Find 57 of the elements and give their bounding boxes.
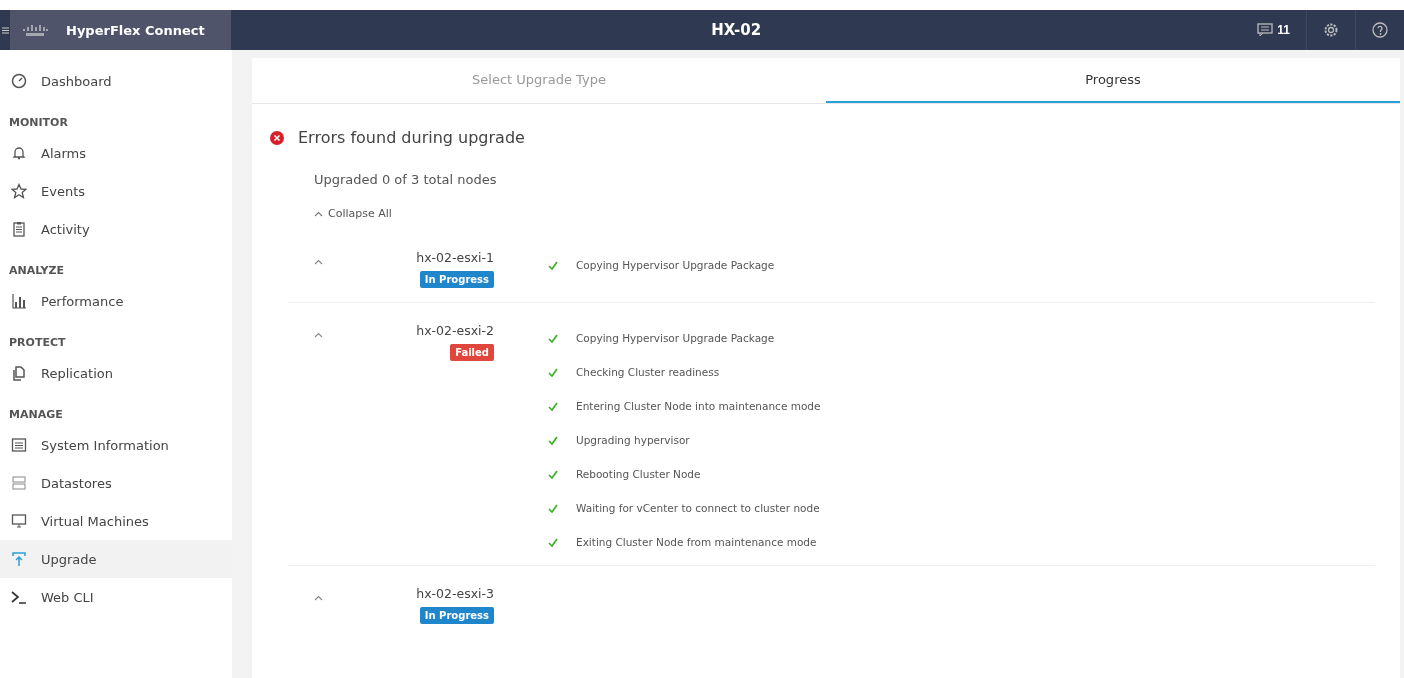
cluster-title: HX-02 (710, 21, 763, 39)
status-badge: In Progress (419, 607, 494, 624)
tab[interactable]: Progress (826, 58, 1400, 103)
status-badge: Failed (450, 344, 494, 361)
sidebar-item[interactable]: Replication (0, 354, 232, 392)
node-name: hx-02-esxi-1 (416, 250, 494, 265)
step-label: Upgrading hypervisor (576, 434, 690, 446)
node-name: hx-02-esxi-2 (416, 323, 494, 338)
step-label: Waiting for vCenter to connect to cluster node (576, 502, 820, 514)
section-heading: PROTECT (8, 335, 67, 351)
help-icon[interactable] (1372, 22, 1388, 38)
sidebar-item[interactable]: Events (0, 172, 232, 210)
chevron-up-icon[interactable] (314, 332, 323, 338)
chevron-up-icon[interactable] (314, 259, 323, 265)
chevron-up-icon[interactable] (314, 595, 323, 601)
sidebar-item[interactable]: Web CLI (0, 578, 232, 616)
collapse-all-link[interactable]: Collapse All (314, 207, 1400, 220)
section-heading: MONITOR (8, 115, 69, 131)
section-heading: ANALYZE (8, 263, 65, 279)
gauge-icon (11, 73, 27, 89)
monitor-icon (11, 513, 27, 529)
step-label: Copying Hypervisor Upgrade Package (576, 332, 775, 344)
sidebar-item[interactable]: Dashboard (0, 62, 232, 100)
menu-icon (1, 26, 9, 34)
copy-icon (11, 365, 27, 381)
step-label: Copying Hypervisor Upgrade Package (576, 259, 775, 271)
status-badge: In Progress (419, 271, 494, 288)
star-icon (11, 183, 27, 199)
step-label: Checking Cluster readiness (576, 366, 720, 378)
section-heading: MANAGE (8, 407, 64, 423)
sidebar-item[interactable]: Datastores (0, 464, 232, 502)
sidebar-item[interactable]: Alarms (0, 134, 232, 172)
step-label: Exiting Cluster Node from maintenance mode (576, 536, 817, 548)
step-label: Entering Cluster Node into maintenance mode (576, 400, 821, 412)
bell-icon (11, 145, 27, 161)
notifications-button[interactable]: 11 (1241, 10, 1306, 50)
chevron-up-icon (314, 210, 323, 217)
sidebar-item[interactable]: Performance (0, 282, 232, 320)
list-icon (11, 437, 27, 453)
clipboard-icon (11, 221, 27, 237)
progress-summary: Upgraded 0 of 3 total nodes (314, 172, 498, 187)
upload-icon (11, 551, 27, 567)
message-icon (1257, 23, 1274, 37)
sidebar-item[interactable]: System Information (0, 426, 232, 464)
sidebar-item[interactable]: Virtual Machines (0, 502, 232, 540)
alert-title: Errors found during upgrade (298, 128, 525, 147)
sidebar-item[interactable]: Upgrade (0, 540, 232, 578)
sidebar-item[interactable]: Activity (0, 210, 232, 248)
step-label: Rebooting Cluster Node (576, 468, 701, 480)
bar-chart-icon (11, 293, 27, 309)
server-icon (11, 475, 27, 491)
terminal-icon (11, 589, 27, 605)
logo-icon (22, 23, 48, 37)
app-name: HyperFlex Connect (66, 22, 205, 38)
settings-icon[interactable] (1323, 22, 1339, 38)
error-icon (270, 130, 284, 145)
node-name: hx-02-esxi-3 (416, 586, 494, 601)
